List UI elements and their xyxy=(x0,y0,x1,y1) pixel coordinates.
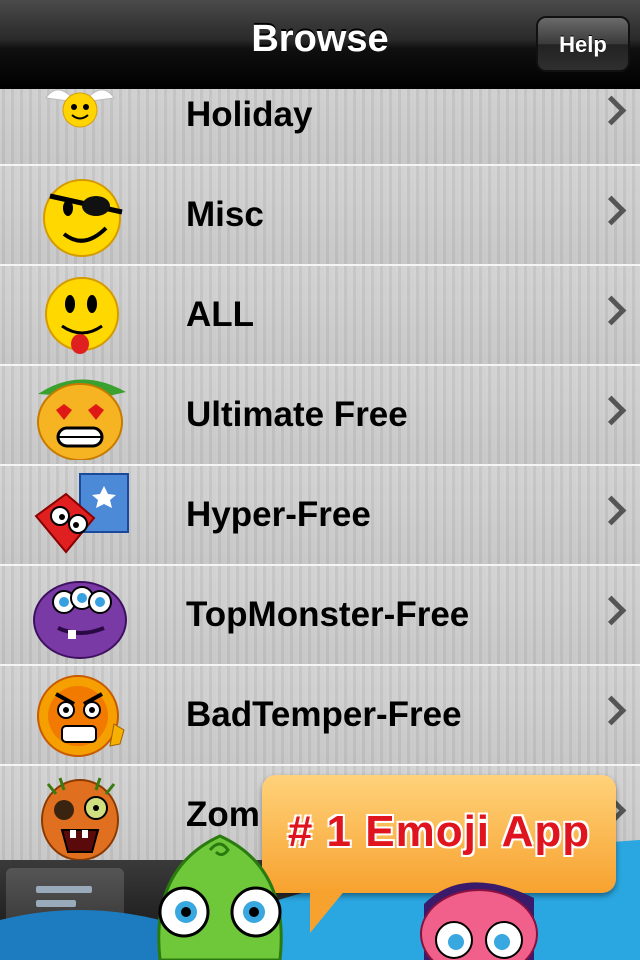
chevron-right-icon xyxy=(596,195,627,226)
chevron-right-icon xyxy=(596,495,627,526)
heart-eyes-elf-icon xyxy=(37,379,126,460)
pirate-smiley-icon xyxy=(43,179,123,257)
ad-headline: # 1 Emoji App xyxy=(287,807,591,856)
list-item-label: ALL xyxy=(186,295,255,334)
green-monster-icon xyxy=(157,834,283,960)
chevron-right-icon xyxy=(596,95,627,126)
list-item-topmonster-free[interactable]: TopMonster-Free xyxy=(0,566,640,666)
list-item-all[interactable]: ALL xyxy=(0,266,640,366)
purple-monster-icon xyxy=(33,581,127,659)
chevron-right-icon xyxy=(596,395,627,426)
list-item-badtemper-free[interactable]: BadTemper-Free xyxy=(0,666,640,766)
list-item-label: Misc xyxy=(186,195,264,234)
list-item-label: BadTemper-Free xyxy=(186,695,462,734)
list-item-hyper-free[interactable]: Hyper-Free xyxy=(0,466,640,566)
list-item-label: TopMonster-Free xyxy=(186,595,470,634)
category-list: Holiday Misc ALL Ultimate Free Hyper-Fre… xyxy=(0,88,640,860)
list-item-misc[interactable]: Misc xyxy=(0,166,640,266)
list-item-holiday[interactable]: Holiday xyxy=(0,88,640,166)
list-item-label: Hyper-Free xyxy=(186,495,371,534)
angel-smiley-icon xyxy=(45,89,115,128)
pink-monster-icon xyxy=(420,882,538,960)
angry-smiley-icon xyxy=(37,675,125,757)
chevron-right-icon xyxy=(596,595,627,626)
ad-banner[interactable]: # 1 Emoji App xyxy=(0,770,640,960)
tongue-smiley-icon xyxy=(45,277,119,354)
list-item-ultimate-free[interactable]: Ultimate Free xyxy=(0,366,640,466)
help-button[interactable]: Help xyxy=(536,16,630,72)
chevron-right-icon xyxy=(596,295,627,326)
chevron-right-icon xyxy=(596,695,627,726)
navigation-bar: Browse Help xyxy=(0,0,640,89)
list-item-label: Holiday xyxy=(186,95,313,134)
list-item-label: Ultimate Free xyxy=(186,395,408,434)
red-cube-monster-icon xyxy=(34,473,129,554)
